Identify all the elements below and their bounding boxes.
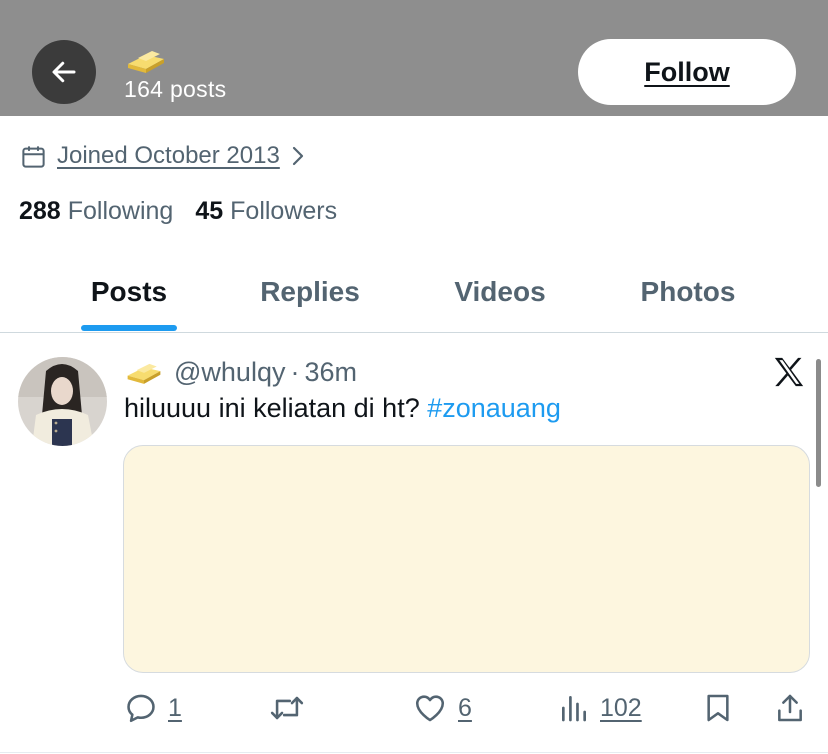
post-body: hiluuuu ini keliatan di ht?	[124, 393, 428, 423]
views-count: 102	[600, 693, 642, 722]
post-divider	[0, 752, 828, 753]
calendar-icon	[22, 145, 45, 168]
share-button[interactable]	[774, 688, 806, 728]
post-media[interactable]	[123, 445, 810, 673]
following-link[interactable]: 288 Following	[19, 197, 173, 226]
butter-icon	[128, 51, 164, 73]
share-icon	[778, 694, 802, 722]
like-count: 6	[458, 693, 472, 722]
post-text: hiluuuu ini keliatan di ht? #zonauang	[124, 393, 561, 424]
following-count: 288	[19, 197, 61, 225]
like-button[interactable]: 6	[412, 688, 472, 728]
bookmark-button[interactable]	[702, 688, 734, 728]
reply-count: 1	[168, 693, 182, 722]
post-item[interactable]: @whulqy · 36m hiluuuu ini keliatan di ht…	[0, 333, 828, 754]
arrow-left-icon	[52, 61, 76, 83]
following-label: Following	[67, 197, 174, 225]
scrollbar[interactable]	[816, 359, 821, 487]
joined-date-link[interactable]: Joined October 2013	[20, 140, 306, 172]
separator-dot: ·	[290, 356, 300, 387]
followers-link[interactable]: 45 Followers	[195, 197, 337, 226]
views-chart-icon	[562, 696, 586, 722]
joined-date-text: Joined October 2013	[57, 142, 280, 169]
follow-stats: 288 Following 45 Followers	[19, 197, 337, 226]
butter-icon	[127, 363, 161, 384]
followers-label: Followers	[230, 197, 338, 225]
profile-tabs: Posts Replies Videos Photos	[0, 252, 828, 332]
followers-count: 45	[195, 197, 224, 225]
views-button[interactable]: 102	[558, 688, 642, 728]
post-time[interactable]: 36m	[304, 357, 357, 388]
tab-photos[interactable]: Photos	[618, 252, 758, 332]
chevron-right-icon	[290, 144, 306, 168]
x-logo-icon	[774, 357, 804, 387]
profile-header: 164 posts Follow	[0, 0, 828, 116]
heart-icon	[415, 695, 445, 722]
hashtag-link[interactable]: #zonauang	[427, 393, 561, 423]
repost-button[interactable]	[268, 688, 306, 728]
post-actions: 1 6 102	[0, 688, 828, 728]
posts-count: 164 posts	[124, 76, 227, 102]
avatar[interactable]	[18, 357, 107, 446]
follow-button[interactable]: Follow	[578, 39, 796, 105]
bookmark-icon	[707, 694, 729, 722]
repost-icon	[270, 696, 304, 720]
reply-button[interactable]: 1	[124, 688, 182, 728]
post-handle[interactable]: @whulqy	[174, 357, 285, 388]
active-tab-indicator	[81, 325, 177, 331]
tab-videos[interactable]: Videos	[430, 252, 570, 332]
back-button[interactable]	[32, 40, 96, 104]
tab-posts[interactable]: Posts	[81, 252, 177, 332]
reply-icon	[127, 694, 155, 723]
post-header: @whulqy · 36m	[124, 355, 357, 389]
tab-replies[interactable]: Replies	[240, 252, 380, 332]
